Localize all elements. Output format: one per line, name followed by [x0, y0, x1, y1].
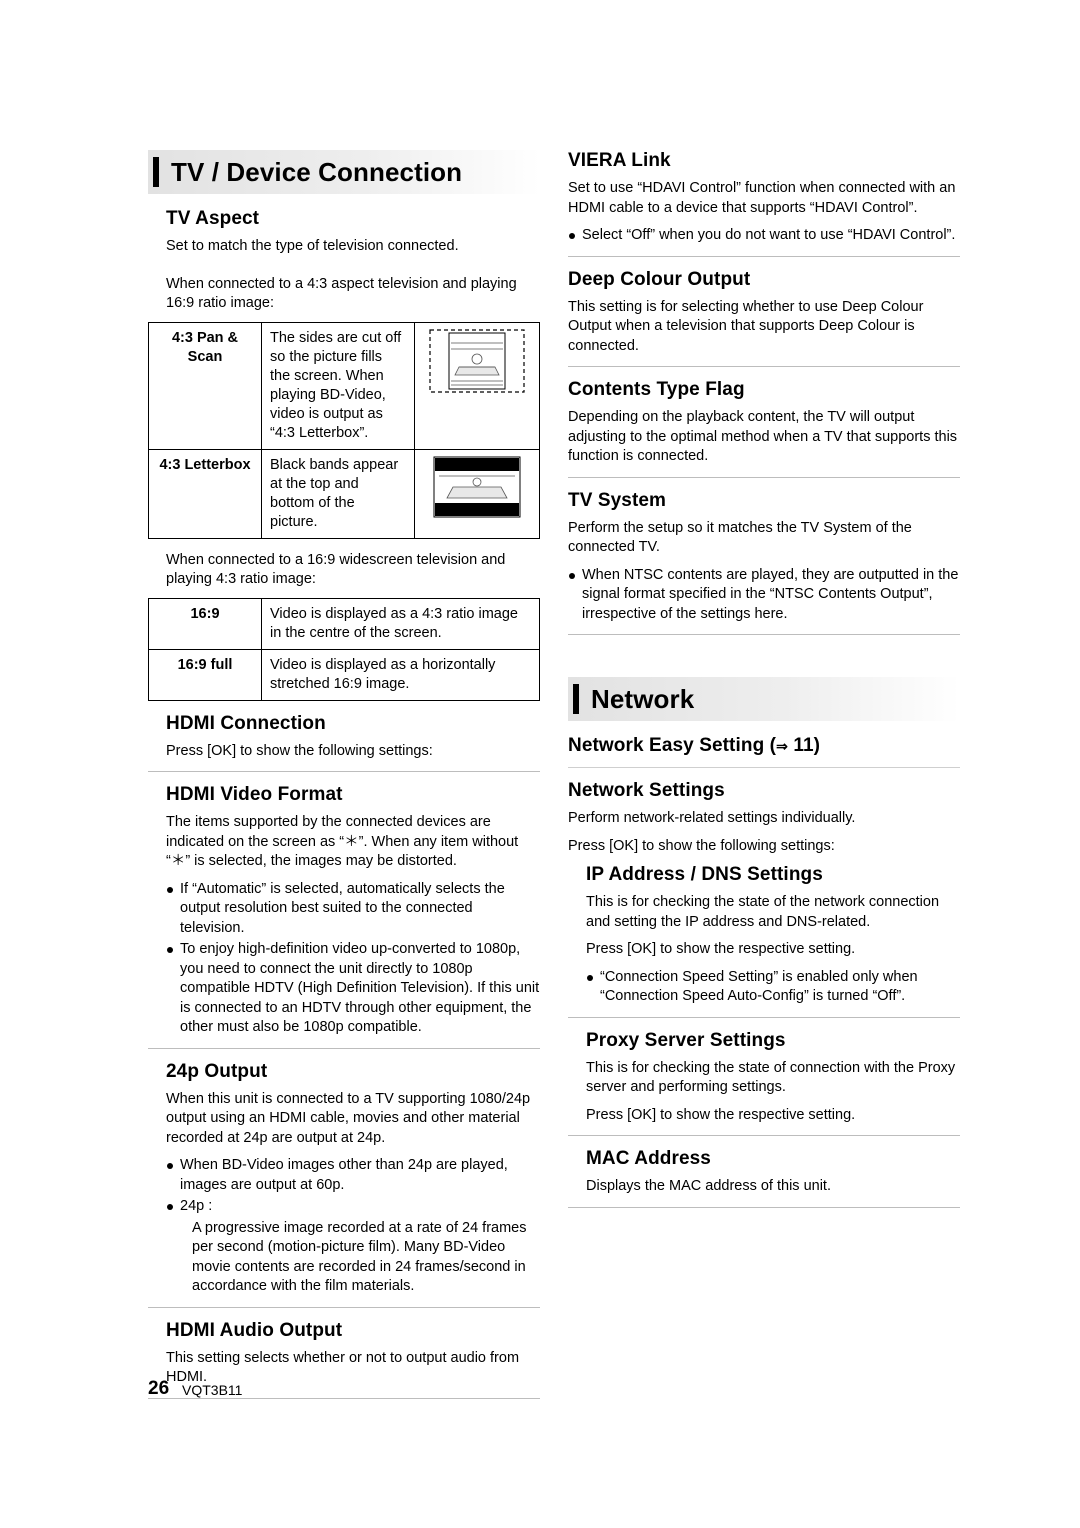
proxy-paragraph-2: Press [OK] to show the respective settin… — [586, 1106, 856, 1123]
table-cell-description: Video is displayed as a horizontally str… — [261, 648, 540, 701]
page-number: 26 — [148, 1378, 170, 1399]
table-row: 4:3 Letterbox Black bands appear at the … — [148, 448, 540, 539]
hdmi-video-format-bullets: If “Automatic” is selected, automaticall… — [166, 880, 540, 1038]
table-row: 16:9 Video is displayed as a 4:3 ratio i… — [148, 597, 540, 650]
network-settings-paragraph-2: Press [OK] to show the following setting… — [568, 837, 835, 854]
heading-hdmi-connection: HDMI Connection — [166, 712, 326, 734]
page-document-code: VQT3B11 — [182, 1382, 243, 1398]
ip-dns-paragraph-1: This is for checking the state of the ne… — [586, 894, 940, 930]
table-row: 16:9 full Video is displayed as a horizo… — [148, 648, 540, 701]
list-item: 24p : — [166, 1197, 540, 1217]
viera-link-paragraph: Set to use “HDAVI Control” function when… — [568, 180, 956, 216]
output-24p-bullets: When BD-Video images other than 24p are … — [166, 1156, 540, 1297]
network-easy-setting-label: Network Easy Setting ( — [568, 735, 777, 756]
heading-network-easy-setting: Network Easy Setting (⇒ 11) — [568, 735, 960, 757]
divider — [148, 1306, 540, 1308]
heading-hdmi-audio-output: HDMI Audio Output — [166, 1319, 343, 1341]
heading-deep-colour-output: Deep Colour Output — [568, 268, 751, 290]
divider — [568, 255, 960, 257]
mac-address-paragraph: Displays the MAC address of this unit. — [586, 1178, 831, 1194]
tv-aspect-paragraph-3: When connected to a 16:9 widescreen tele… — [166, 551, 506, 588]
heading-proxy-server-settings: Proxy Server Settings — [586, 1029, 786, 1051]
heading-contents-type-flag: Contents Type Flag — [568, 379, 745, 400]
section-banner-network: Network — [568, 677, 960, 721]
banner-accent-bar — [573, 684, 579, 714]
banner-title: Network — [591, 683, 695, 714]
section-banner-tv-device-connection: TV / Device Connection — [148, 150, 540, 194]
list-item: Select “Off” when you do not want to use… — [568, 226, 960, 246]
divider — [568, 476, 960, 478]
tv-system-bullets: When NTSC contents are played, they are … — [568, 566, 960, 625]
tv-panscan-image — [414, 321, 540, 450]
network-settings-paragraph-1: Perform network-related settings individ… — [568, 810, 856, 826]
left-column: TV / Device Connection TV Aspect Set to … — [148, 150, 540, 1411]
banner-accent-bar — [153, 157, 159, 187]
tv-aspect-paragraph-1: Set to match the type of television conn… — [166, 238, 459, 254]
tv-system-paragraph: Perform the setup so it matches the TV S… — [568, 519, 912, 556]
heading-tv-aspect: TV Aspect — [166, 208, 260, 229]
table-cell-description: Video is displayed as a 4:3 ratio image … — [261, 597, 540, 650]
contents-type-flag-paragraph: Depending on the playback content, the T… — [568, 409, 958, 464]
divider — [568, 366, 960, 367]
heading-24p-output: 24p Output — [166, 1060, 268, 1082]
list-item: When NTSC contents are played, they are … — [568, 566, 960, 625]
heading-mac-address: MAC Address — [586, 1148, 711, 1169]
page-ref-arrow-icon: ⇒ — [776, 738, 788, 754]
divider — [568, 1206, 960, 1208]
table-cell-description: Black bands appear at the top and bottom… — [261, 448, 415, 539]
viera-link-bullets: Select “Off” when you do not want to use… — [568, 226, 960, 246]
tv-aspect-paragraph-2: When connected to a 4:3 aspect televisio… — [166, 275, 517, 312]
list-item: If “Automatic” is selected, automaticall… — [166, 880, 540, 939]
divider — [568, 767, 960, 768]
list-item: When BD-Video images other than 24p are … — [166, 1156, 540, 1195]
heading-network-settings: Network Settings — [568, 780, 725, 801]
hdmi-connection-paragraph: Press [OK] to show the following setting… — [166, 742, 433, 759]
heading-tv-system: TV System — [568, 489, 667, 511]
divider — [148, 1047, 540, 1049]
table-cell-label: 16:9 full — [148, 648, 262, 701]
deep-colour-paragraph: This setting is for selecting whether to… — [568, 298, 924, 354]
divider — [148, 771, 540, 772]
list-item-sub: A progressive image recorded at a rate o… — [192, 1219, 527, 1295]
network-easy-setting-page-ref: 11) — [793, 735, 821, 756]
list-item: To enjoy high-definition video up-conver… — [166, 940, 540, 1038]
right-column: VIERA Link Set to use “HDAVI Control” fu… — [568, 150, 960, 1220]
manual-page: TV / Device Connection TV Aspect Set to … — [0, 0, 1080, 1528]
table-cell-label: 4:3 Letterbox — [148, 448, 262, 539]
table-169-aspect: 16:9 Video is displayed as a 4:3 ratio i… — [148, 597, 540, 701]
table-cell-description: The sides are cut off so the picture fil… — [261, 321, 415, 450]
proxy-paragraph-1: This is for checking the state of connec… — [586, 1059, 956, 1096]
heading-hdmi-video-format: HDMI Video Format — [166, 784, 343, 805]
ip-dns-paragraph-2: Press [OK] to show the respective settin… — [586, 941, 856, 957]
divider — [568, 1135, 960, 1136]
panscan-illustration-icon — [429, 328, 525, 393]
table-row: 4:3 Pan & Scan The sides are cut off so … — [148, 321, 540, 450]
table-cell-label: 16:9 — [148, 597, 262, 650]
banner-title: TV / Device Connection — [171, 156, 463, 187]
output-24p-paragraph: When this unit is connected to a TV supp… — [166, 1090, 531, 1146]
tv-letterbox-image — [414, 448, 540, 539]
table-43-aspect: 4:3 Pan & Scan The sides are cut off so … — [148, 321, 540, 539]
hdmi-video-format-paragraph: The items supported by the connected dev… — [166, 814, 519, 869]
letterbox-illustration-icon — [433, 456, 521, 517]
ip-dns-bullets: “Connection Speed Setting” is enabled on… — [586, 968, 960, 1007]
divider — [568, 634, 960, 635]
heading-ip-dns-settings: IP Address / DNS Settings — [586, 864, 823, 885]
divider — [568, 1016, 960, 1018]
list-item: “Connection Speed Setting” is enabled on… — [586, 968, 960, 1007]
table-cell-label: 4:3 Pan & Scan — [148, 321, 262, 450]
heading-viera-link: VIERA Link — [568, 150, 671, 171]
